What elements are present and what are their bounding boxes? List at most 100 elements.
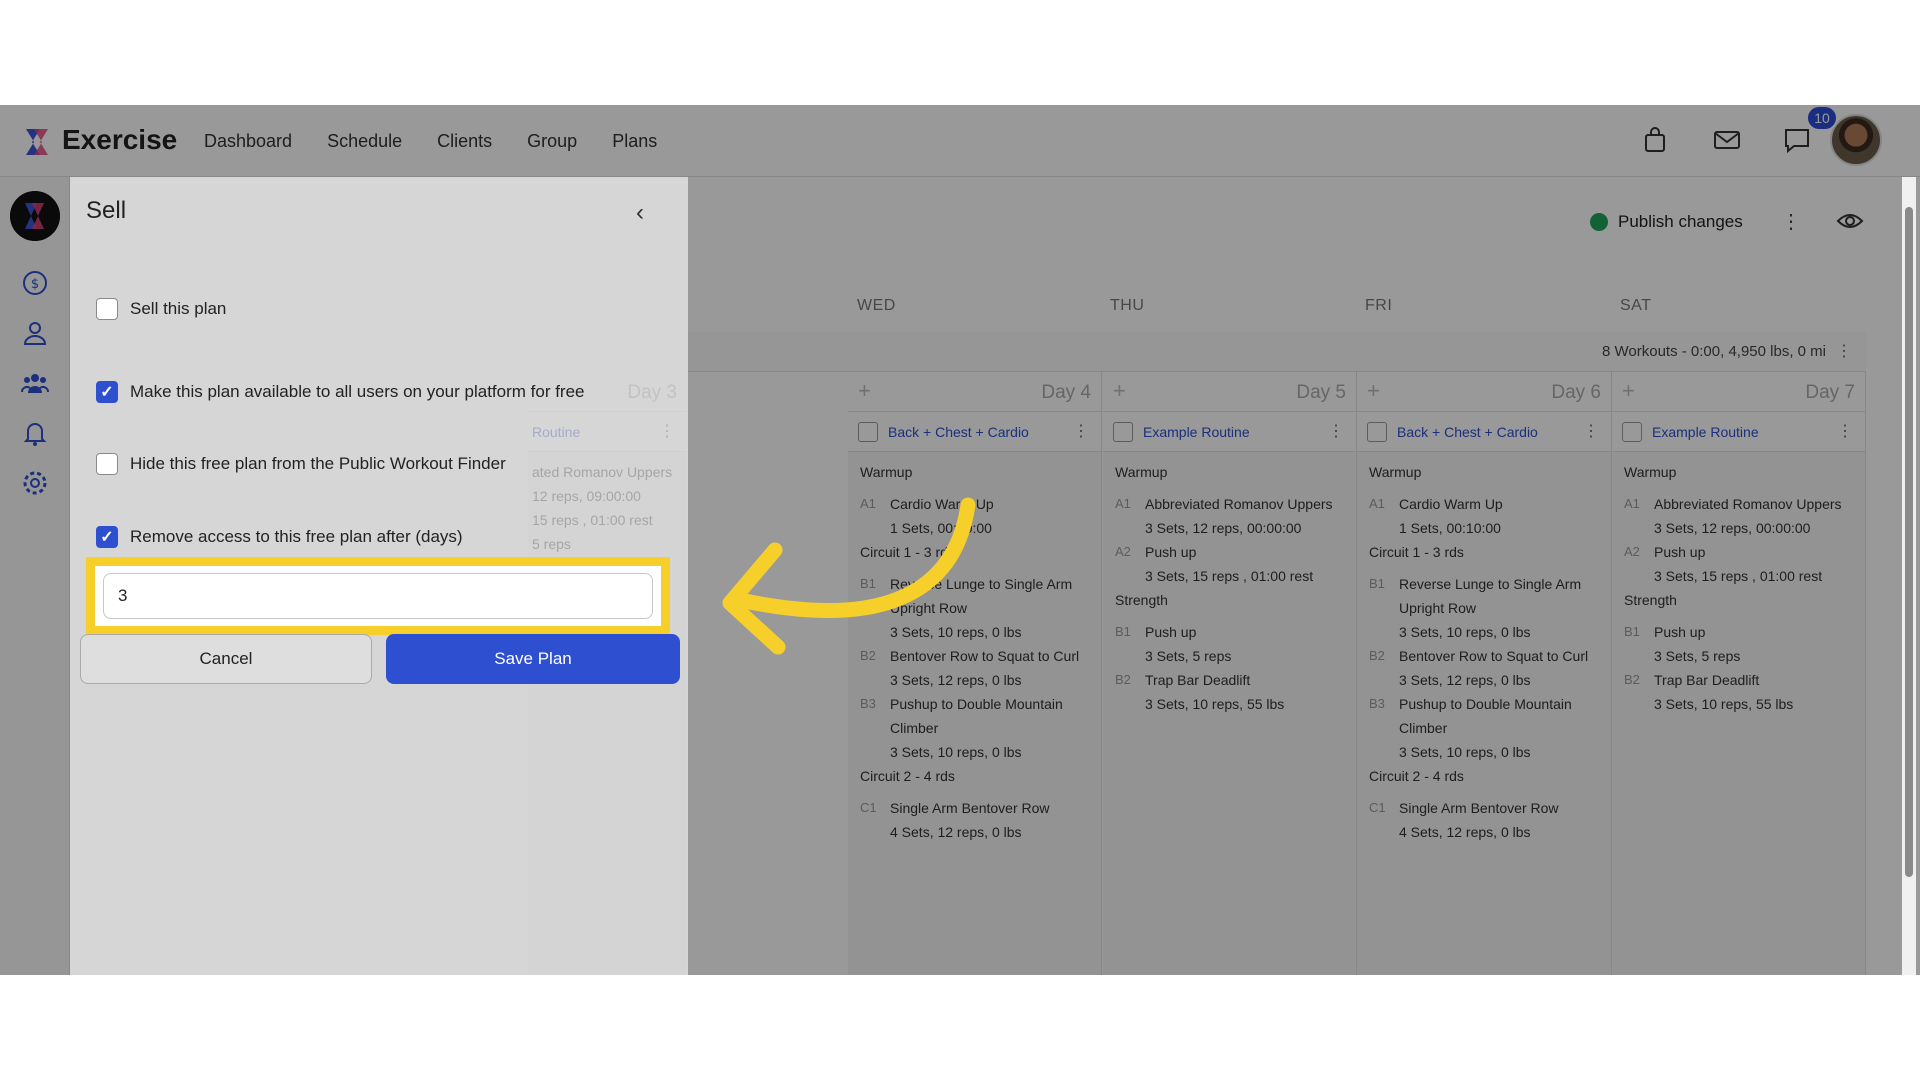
kebab-icon[interactable]: ⋮ — [1837, 421, 1853, 441]
user-icon[interactable] — [21, 319, 49, 347]
exercise-detail: 3 Sets, 12 reps, 00:00:00 — [1654, 520, 1811, 536]
section-label: Warmup — [1369, 464, 1422, 480]
nav-dashboard[interactable]: Dashboard — [204, 131, 292, 152]
app-window: Exercise Dashboard Schedule Clients Grou… — [0, 105, 1920, 975]
option-hide-from-finder[interactable]: Hide this free plan from the Public Work… — [96, 453, 506, 475]
exercise-detail: 3 Sets, 10 reps, 0 lbs — [890, 744, 1022, 760]
option-sell-plan[interactable]: Sell this plan — [96, 298, 226, 320]
option-remove-access[interactable]: ✓ Remove access to this free plan after … — [96, 526, 463, 548]
checkbox-remove-access[interactable]: ✓ — [96, 526, 118, 548]
exercise-name: Push up — [1145, 624, 1197, 640]
day-label: Day 6 — [1551, 382, 1601, 403]
routine-checkbox[interactable] — [858, 422, 878, 442]
week-summary: 8 Workouts - 0:00, 4,950 lbs, 0 mi — [1602, 343, 1826, 360]
group-icon[interactable] — [21, 369, 49, 397]
day-column: + Day 7 Example Routine ⋮ Warmup A1 Abbreviate… — [1612, 372, 1866, 975]
nav-clients[interactable]: Clients — [437, 131, 492, 152]
kebab-icon[interactable]: ⋮ — [1073, 421, 1089, 441]
calendar-area: Publish changes ⋮ WED THU FRI SAT 8 Work… — [528, 177, 1920, 975]
chat-icon[interactable] — [1782, 125, 1812, 155]
vertical-scrollbar[interactable] — [1902, 177, 1916, 975]
exercise-name: Push up — [1654, 624, 1706, 640]
routine-row: Back + Chest + Cardio ⋮ — [1357, 412, 1611, 452]
weekday-thu: THU — [1110, 297, 1145, 314]
routine-checkbox[interactable] — [1113, 422, 1133, 442]
plus-icon[interactable]: + — [1622, 378, 1635, 404]
publish-changes-button[interactable]: Publish changes — [1590, 212, 1743, 232]
days-input[interactable] — [103, 573, 653, 619]
exercise-detail: 3 Sets, 10 reps, 0 lbs — [1399, 744, 1531, 760]
bell-icon[interactable] — [21, 419, 49, 447]
gear-icon[interactable] — [21, 469, 49, 497]
exercise-detail: Climber — [1399, 720, 1448, 736]
publish-status-dot — [1590, 213, 1608, 231]
exercise-name: Abbreviated Romanov Uppers — [1654, 496, 1842, 512]
day-column-header: + Day 5 — [1103, 372, 1356, 412]
exercise-detail: 3 Sets, 5 reps — [1145, 648, 1232, 664]
plus-icon[interactable]: + — [1113, 378, 1126, 404]
scrollbar-thumb[interactable] — [1905, 207, 1913, 877]
option-label: Remove access to this free plan after (d… — [130, 527, 463, 546]
dollar-icon[interactable]: $ — [21, 269, 49, 297]
weekday-fri: FRI — [1365, 297, 1393, 314]
checkbox-hide-from-finder[interactable] — [96, 453, 118, 475]
section-label: Strength — [1115, 592, 1168, 608]
eye-icon[interactable] — [1836, 211, 1864, 231]
exercise-name: Reverse Lunge to Single Arm — [1399, 576, 1582, 592]
routine-link[interactable]: Back + Chest + Cardio — [888, 424, 1029, 440]
section-label: Warmup — [1115, 464, 1168, 480]
workspace-logo-icon[interactable] — [10, 191, 60, 241]
exercise-name: Push up — [1145, 544, 1197, 560]
exercise-index: C1 — [1369, 800, 1386, 815]
panel-title: Sell — [86, 197, 127, 224]
plus-icon[interactable]: + — [1367, 378, 1380, 404]
section-label: Warmup — [860, 464, 913, 480]
routine-checkbox[interactable] — [1622, 422, 1642, 442]
exercise-detail: 3 Sets, 10 reps, 55 lbs — [1654, 696, 1794, 712]
publish-label: Publish changes — [1618, 212, 1743, 231]
exercise-detail: 3 Sets, 10 reps, 0 lbs — [890, 624, 1022, 640]
exercise-index: A1 — [860, 496, 876, 511]
exercise-name: Bentover Row to Squat to Curl — [1399, 648, 1589, 664]
plus-icon[interactable]: + — [858, 378, 871, 404]
kebab-icon[interactable]: ⋮ — [1781, 209, 1801, 234]
kebab-icon[interactable]: ⋮ — [1328, 421, 1344, 441]
nav-plans[interactable]: Plans — [612, 131, 657, 152]
routine-checkbox[interactable] — [1367, 422, 1387, 442]
days-input-highlight — [86, 557, 670, 635]
nav-schedule[interactable]: Schedule — [327, 131, 402, 152]
section-label: Warmup — [1624, 464, 1677, 480]
day-column-header: + Day 7 — [1612, 372, 1865, 412]
chevron-left-icon[interactable]: ‹ — [636, 199, 644, 227]
exercise-index: B2 — [1624, 672, 1640, 687]
user-avatar[interactable] — [1830, 114, 1882, 166]
section-label: Circuit 1 - 3 rds — [860, 544, 955, 560]
shopping-bag-icon[interactable] — [1640, 125, 1670, 155]
save-plan-button[interactable]: Save Plan — [386, 634, 680, 684]
mail-icon[interactable] — [1712, 125, 1742, 155]
routine-body: Warmup A1 Cardio Warm Up 1 Sets, 00:10:00 Ci… — [848, 452, 1101, 975]
exercise-name: Pushup to Double Mountain — [1399, 696, 1572, 712]
option-free-for-all[interactable]: ✓ Make this plan available to all users … — [96, 381, 585, 403]
routine-link[interactable]: Example Routine — [1143, 424, 1250, 440]
exercise-detail: 1 Sets, 00:10:00 — [890, 520, 992, 536]
exercise-index: A1 — [1624, 496, 1640, 511]
day-column-header: + Day 6 — [1357, 372, 1611, 412]
checkbox-free-for-all[interactable]: ✓ — [96, 381, 118, 403]
routine-link[interactable]: Example Routine — [1652, 424, 1759, 440]
svg-text:$: $ — [31, 277, 39, 292]
kebab-icon[interactable]: ⋮ — [1836, 341, 1852, 361]
routine-link[interactable]: Back + Chest + Cardio — [1397, 424, 1538, 440]
exercise-index: B2 — [1369, 648, 1385, 663]
cancel-button[interactable]: Cancel — [80, 634, 372, 684]
exercise-detail: Climber — [890, 720, 939, 736]
nav-group[interactable]: Group — [527, 131, 577, 152]
app-name[interactable]: Exercise — [62, 124, 177, 156]
app-logo-icon — [26, 129, 48, 155]
exercise-name: Bentover Row to Squat to Curl — [890, 648, 1080, 664]
exercise-name: Single Arm Bentover Row — [1399, 800, 1559, 816]
checkbox-sell-plan[interactable] — [96, 298, 118, 320]
exercise-index: B1 — [1115, 624, 1131, 639]
kebab-icon[interactable]: ⋮ — [1583, 421, 1599, 441]
exercise-detail: Upright Row — [890, 600, 968, 616]
